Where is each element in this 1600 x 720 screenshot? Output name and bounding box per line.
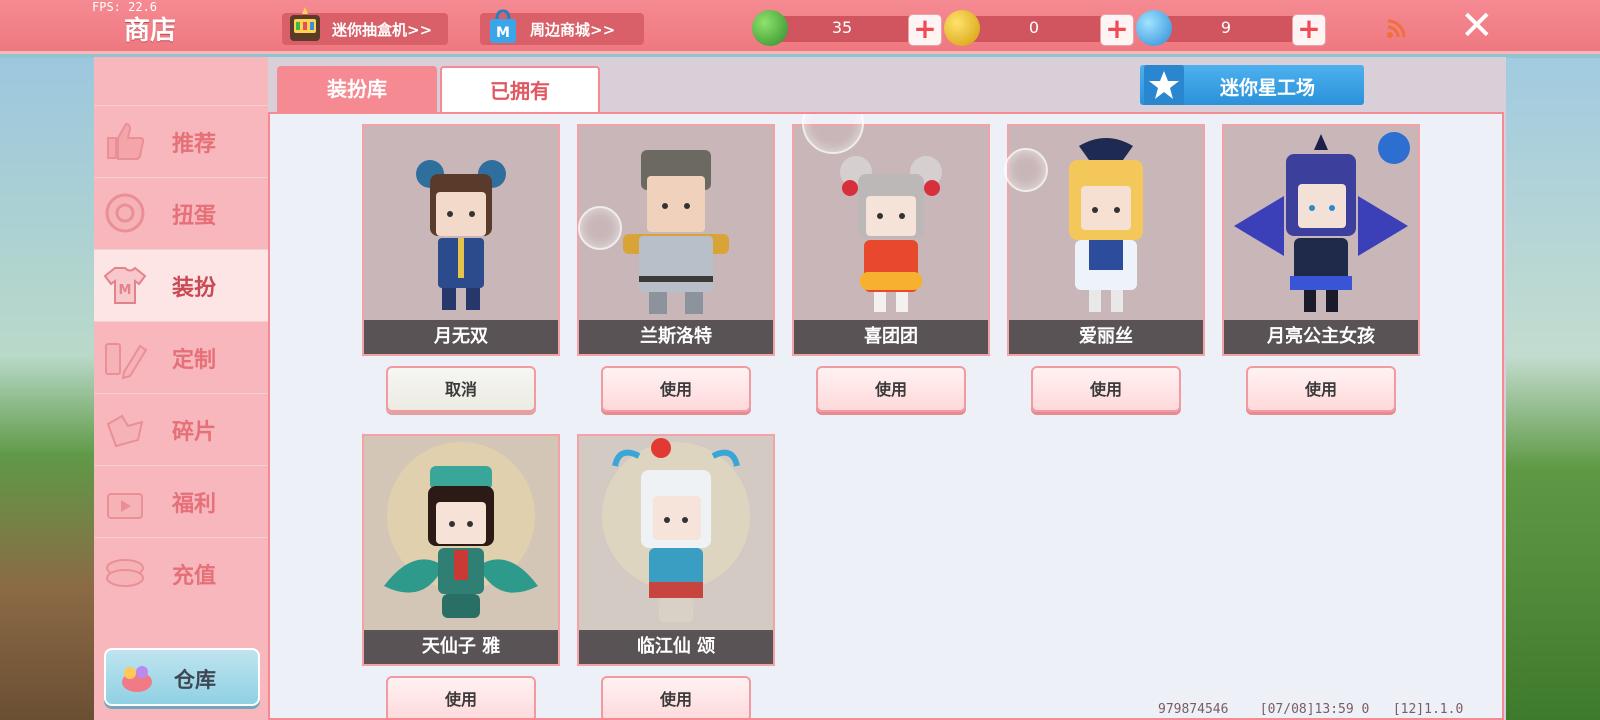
use-skin-button[interactable]: 使用 — [601, 676, 751, 718]
currency-blue-coins: 9 + — [1136, 10, 1326, 46]
shirt-icon: M — [103, 266, 147, 304]
capsule-icon — [105, 193, 145, 233]
blindbox-link[interactable]: 迷你抽盒机>> — [282, 7, 448, 45]
character-portrait — [364, 436, 558, 632]
use-skin-button[interactable]: 使用 — [601, 366, 751, 412]
skin-card-linjiangxian[interactable]: 临江仙 颂 — [577, 434, 775, 666]
sidebar-item-custom[interactable]: 定制 — [94, 321, 268, 393]
skin-name: 月无双 — [364, 320, 558, 354]
warehouse-button[interactable]: 仓库 — [104, 648, 260, 706]
sidebar-item-recharge[interactable]: 充值 — [94, 537, 268, 597]
sidebar-item-capsule[interactable]: 扭蛋 — [94, 177, 268, 249]
sidebar: 推荐 扭蛋 M 装扮 定制 碎片 福利 充值 — [94, 57, 268, 720]
owned-skins-grid: 月无双 取消 兰斯洛特 使用 喜团团 使用 爱丽丝 使用 月亮公主女孩 使用 天… — [268, 112, 1504, 720]
footer-info: 979874546 [07/08]13:59 0 [12]1.1.0 — [1158, 702, 1463, 717]
svg-text:M: M — [496, 25, 510, 41]
character-portrait — [579, 436, 773, 632]
currency-gems: 35 + — [752, 10, 942, 46]
skin-card-moon-princess[interactable]: 月亮公主女孩 — [1222, 124, 1420, 356]
blindbox-machine-icon — [290, 7, 320, 41]
use-skin-button[interactable]: 使用 — [1246, 366, 1396, 412]
add-blue-coins-button[interactable]: + — [1292, 14, 1326, 46]
sidebar-item-label: 定制 — [172, 348, 217, 373]
currency-value: 9 — [1220, 18, 1232, 37]
skin-card-yuewushuang[interactable]: 月无双 — [362, 124, 560, 356]
user-id: 979874546 — [1158, 702, 1229, 717]
star-icon — [1144, 65, 1184, 105]
sidebar-item-dressup[interactable]: M 装扮 — [94, 249, 268, 321]
thumbs-up-icon — [107, 122, 145, 160]
close-icon[interactable]: ✕ — [1460, 6, 1494, 46]
currency-gold-coins: 0 + — [944, 10, 1134, 46]
sidebar-item-label: 扭蛋 — [172, 204, 217, 229]
use-skin-button[interactable]: 使用 — [386, 676, 536, 718]
merch-store-link[interactable]: M 周边商城>> — [480, 9, 644, 45]
bubble-decoration — [1004, 148, 1048, 192]
currency-value: 0 — [1028, 18, 1040, 37]
tab-owned[interactable]: 已拥有 — [440, 66, 600, 112]
sidebar-item-label: 装扮 — [172, 276, 217, 301]
character-portrait — [364, 126, 558, 322]
pencil-ruler-icon — [105, 343, 148, 380]
skin-name: 临江仙 颂 — [579, 630, 773, 664]
add-gems-button[interactable]: + — [908, 14, 942, 46]
shopping-bag-icon: M — [490, 9, 516, 43]
tab-wardrobe[interactable]: 装扮库 — [277, 66, 437, 112]
character-portrait — [794, 126, 988, 322]
sidebar-item-welfare[interactable]: 福利 — [94, 465, 268, 537]
character-portrait — [1224, 126, 1418, 322]
top-bar: FPS: 22.6 商店 迷你抽盒机>> M 周边商城>> 35 + 0 + 9… — [0, 0, 1600, 54]
gift-icon — [107, 493, 143, 519]
sidebar-item-label: 福利 — [172, 492, 217, 517]
currency-value: 35 — [831, 18, 853, 37]
sidebar-item-fragments[interactable]: 碎片 — [94, 393, 268, 465]
workshop-button[interactable]: 迷你星工场 — [1140, 65, 1364, 105]
fragment-icon — [106, 414, 144, 448]
signal-icon[interactable] — [1385, 18, 1407, 40]
skin-name: 天仙子 雅 — [364, 630, 558, 664]
workshop-label: 迷你星工场 — [1220, 77, 1316, 99]
sidebar-item-label: 碎片 — [172, 420, 217, 445]
sidebar-header — [94, 57, 268, 105]
skin-name: 爱丽丝 — [1009, 320, 1203, 354]
server-time: [07/08]13:59 0 — [1259, 702, 1370, 717]
skin-name: 喜团团 — [794, 320, 988, 354]
merch-store-link-label: 周边商城>> — [530, 20, 616, 39]
skin-card-tianxianzi[interactable]: 天仙子 雅 — [362, 434, 560, 666]
sidebar-item-recommend[interactable]: 推荐 — [94, 105, 268, 177]
use-skin-button[interactable]: 使用 — [816, 366, 966, 412]
sidebar-item-label: 推荐 — [172, 132, 217, 157]
version: [12]1.1.0 — [1392, 702, 1464, 717]
warehouse-label: 仓库 — [174, 668, 216, 692]
background-scenery-right — [1504, 58, 1600, 720]
use-skin-button[interactable]: 使用 — [1031, 366, 1181, 412]
skin-card-xituantuan[interactable]: 喜团团 — [792, 124, 990, 356]
svg-text:M: M — [119, 283, 132, 298]
background-scenery-left — [0, 58, 100, 720]
skin-name: 月亮公主女孩 — [1224, 320, 1418, 354]
coins-icon — [106, 559, 144, 587]
bubble-decoration — [578, 206, 622, 250]
page-title: 商店 — [124, 16, 177, 46]
skin-name: 兰斯洛特 — [579, 320, 773, 354]
add-gold-coins-button[interactable]: + — [1100, 14, 1134, 46]
sidebar-item-label: 充值 — [172, 564, 217, 589]
warehouse-icon — [122, 666, 152, 692]
cancel-skin-button[interactable]: 取消 — [386, 366, 536, 412]
blindbox-link-label: 迷你抽盒机>> — [332, 20, 433, 39]
